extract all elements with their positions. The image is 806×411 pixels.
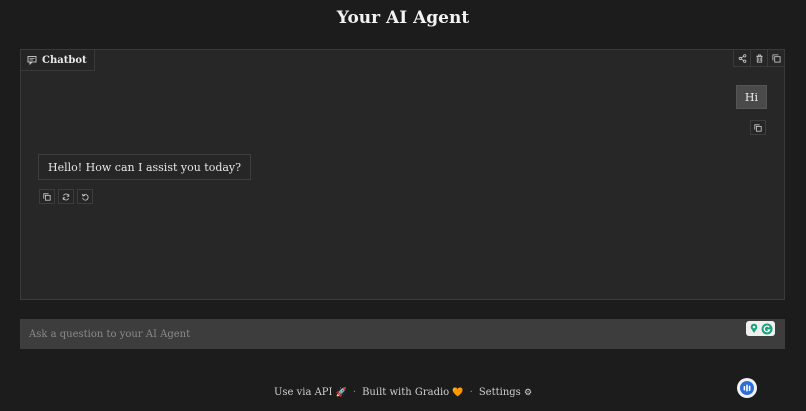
gear-icon: ⚙ (523, 388, 533, 398)
user-message: Hi (735, 85, 767, 109)
assistant-message-actions (39, 189, 93, 204)
user-message-text: Hi (744, 90, 758, 104)
gradio-logo-icon: 🧡 (452, 388, 464, 398)
assistant-message-text: Hello! How can I assist you today? (48, 160, 242, 174)
share-icon (738, 53, 746, 63)
copy-message-button[interactable] (39, 189, 55, 204)
page-title: Your AI Agent (336, 8, 470, 28)
chatbot-label-text: Chatbot (42, 54, 87, 66)
chatbot-label: Chatbot (21, 50, 95, 71)
built-with-gradio-link[interactable]: Built with Gradio 🧡 (362, 387, 464, 398)
chatbot-toolbar (733, 50, 784, 67)
rocket-icon: 🚀 (335, 388, 347, 398)
question-input[interactable] (20, 319, 785, 349)
audio-bars-icon (740, 381, 754, 395)
pin-icon (750, 323, 757, 333)
share-button[interactable] (733, 50, 750, 67)
clear-button[interactable] (750, 50, 767, 67)
retry-button[interactable] (58, 189, 74, 204)
footer: Use via API 🚀 · Built with Gradio 🧡 · Se… (0, 387, 806, 398)
copy-icon (43, 192, 51, 201)
separator: · (352, 387, 357, 398)
copy-icon (771, 53, 781, 63)
refresh-icon (62, 193, 70, 200)
use-via-api-link[interactable]: Use via API 🚀 (274, 387, 347, 398)
copy-all-button[interactable] (767, 50, 784, 67)
separator: · (469, 387, 473, 398)
copy-icon (754, 123, 762, 132)
undo-button[interactable] (77, 189, 93, 204)
undo-icon (81, 193, 89, 201)
chatbot-panel: Chatbot Hi Hello! How can I assist you t… (20, 49, 785, 300)
chat-bubble-icon (27, 56, 37, 65)
user-message-actions (750, 120, 766, 135)
settings-link[interactable]: Settings ⚙ (479, 387, 532, 398)
voice-assistant-button[interactable] (737, 378, 757, 398)
grammar-icon (761, 323, 772, 334)
copy-message-button[interactable] (750, 120, 766, 135)
assistant-message: Hello! How can I assist you today? (38, 154, 252, 180)
trash-icon (755, 54, 763, 63)
extension-badge[interactable] (746, 321, 775, 336)
